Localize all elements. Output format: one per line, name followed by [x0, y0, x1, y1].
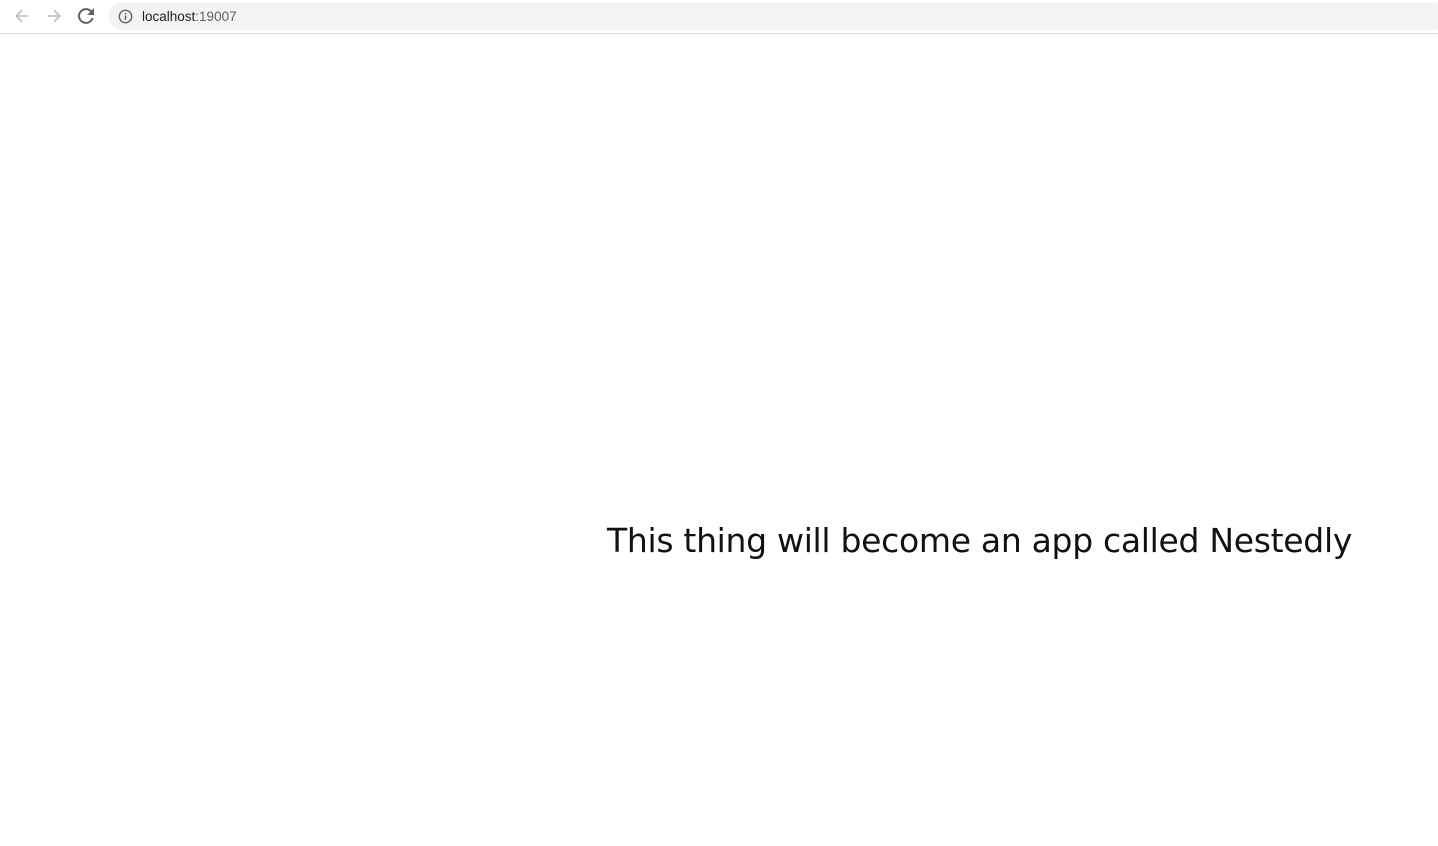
- forward-button[interactable]: [41, 3, 67, 29]
- url-port: :19007: [195, 9, 237, 24]
- info-icon[interactable]: [118, 9, 133, 24]
- reload-button[interactable]: [73, 3, 99, 29]
- url-text[interactable]: localhost:19007: [142, 3, 237, 30]
- browser-toolbar: localhost:19007: [0, 0, 1438, 34]
- main-message: This thing will become an app called Nes…: [607, 521, 1353, 560]
- url-host: localhost: [142, 9, 196, 24]
- arrow-back-icon: [15, 9, 28, 23]
- page-content: This thing will become an app called Nes…: [0, 35, 1438, 846]
- address-bar[interactable]: localhost:19007: [108, 3, 1438, 30]
- back-button[interactable]: [9, 3, 35, 29]
- reload-icon: [78, 8, 94, 24]
- arrow-forward-icon: [48, 9, 61, 23]
